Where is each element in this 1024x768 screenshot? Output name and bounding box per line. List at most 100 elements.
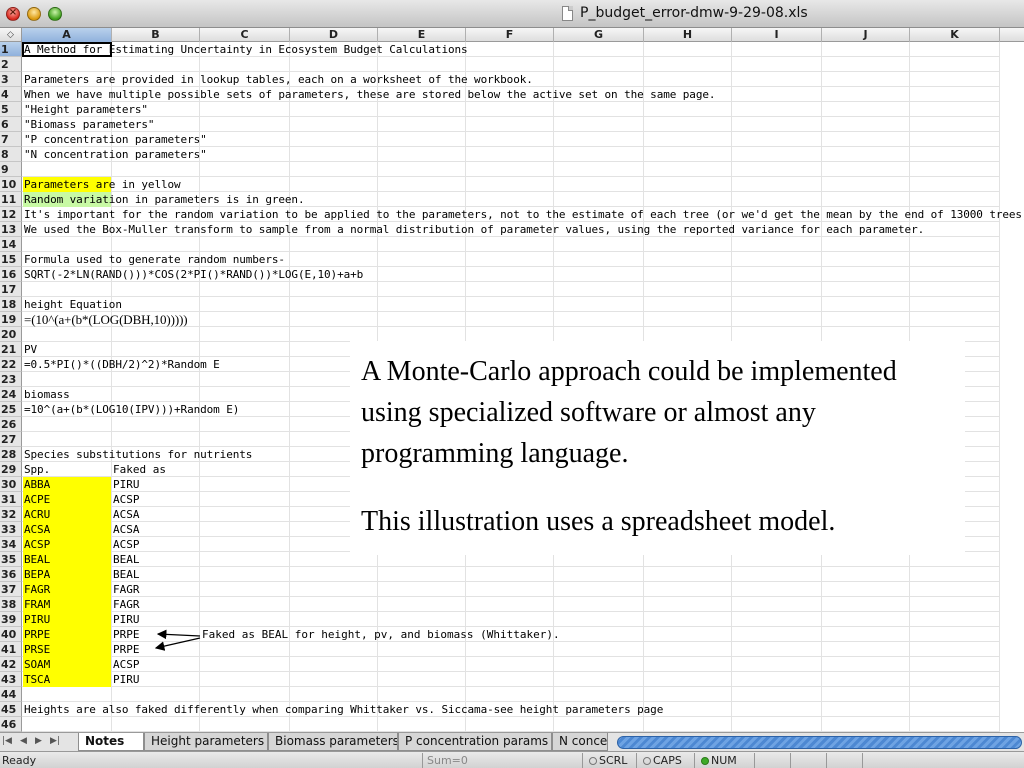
cell[interactable] xyxy=(22,372,112,387)
cell[interactable] xyxy=(732,252,822,267)
cell[interactable] xyxy=(200,297,290,312)
cell[interactable] xyxy=(732,72,822,87)
row-header[interactable]: 29 xyxy=(0,462,22,477)
row-header[interactable]: 4 xyxy=(0,87,22,102)
cell[interactable] xyxy=(554,162,644,177)
cell[interactable] xyxy=(112,687,200,702)
row-header[interactable]: 5 xyxy=(0,102,22,117)
cell[interactable] xyxy=(378,237,466,252)
cell[interactable] xyxy=(200,417,290,432)
row-header[interactable]: 44 xyxy=(0,687,22,702)
cell[interactable] xyxy=(822,312,910,327)
cell[interactable] xyxy=(732,627,822,642)
cell[interactable] xyxy=(466,102,554,117)
cell[interactable] xyxy=(200,642,290,657)
next-sheet-button[interactable]: ▶ xyxy=(35,736,42,746)
cell[interactable] xyxy=(644,237,732,252)
cell[interactable] xyxy=(910,657,1000,672)
cell[interactable] xyxy=(378,102,466,117)
cell[interactable] xyxy=(732,177,822,192)
column-header-g[interactable]: G xyxy=(554,28,644,42)
prev-sheet-button[interactable]: ◀ xyxy=(20,736,27,746)
cell[interactable] xyxy=(378,657,466,672)
cell[interactable] xyxy=(554,582,644,597)
cell[interactable] xyxy=(378,672,466,687)
cell[interactable] xyxy=(378,297,466,312)
cell[interactable] xyxy=(378,252,466,267)
cell[interactable] xyxy=(644,57,732,72)
select-all-corner[interactable]: ◇ xyxy=(0,28,22,42)
cell[interactable] xyxy=(112,432,200,447)
row-header[interactable]: 27 xyxy=(0,432,22,447)
sheet-tab[interactable]: Notes xyxy=(78,733,144,751)
cell[interactable] xyxy=(644,267,732,282)
cell[interactable] xyxy=(378,117,466,132)
cell[interactable] xyxy=(466,162,554,177)
cell[interactable] xyxy=(644,192,732,207)
cell[interactable] xyxy=(910,57,1000,72)
cell[interactable] xyxy=(290,252,378,267)
cell[interactable] xyxy=(554,177,644,192)
row-header[interactable]: 13 xyxy=(0,222,22,237)
column-header-d[interactable]: D xyxy=(290,28,378,42)
cell[interactable] xyxy=(466,192,554,207)
cell[interactable] xyxy=(378,597,466,612)
cell[interactable] xyxy=(554,672,644,687)
row-header[interactable]: 12 xyxy=(0,207,22,222)
cell[interactable] xyxy=(290,117,378,132)
cell[interactable] xyxy=(200,147,290,162)
cell[interactable] xyxy=(732,132,822,147)
cell[interactable] xyxy=(378,57,466,72)
cell[interactable] xyxy=(554,42,644,57)
cell[interactable] xyxy=(644,42,732,57)
cell[interactable] xyxy=(732,147,822,162)
cell[interactable] xyxy=(290,657,378,672)
cell[interactable] xyxy=(554,102,644,117)
cell[interactable] xyxy=(22,282,112,297)
cell[interactable] xyxy=(732,102,822,117)
cell[interactable] xyxy=(290,57,378,72)
row-header[interactable]: 46 xyxy=(0,717,22,732)
cell[interactable] xyxy=(822,702,910,717)
row-header[interactable]: 1 xyxy=(0,42,22,57)
cell[interactable] xyxy=(200,387,290,402)
last-sheet-button[interactable]: ▶| xyxy=(50,736,60,746)
cell[interactable] xyxy=(644,147,732,162)
cell[interactable] xyxy=(554,72,644,87)
cell[interactable] xyxy=(200,582,290,597)
row-header[interactable]: 40 xyxy=(0,627,22,642)
row-header[interactable]: 10 xyxy=(0,177,22,192)
cell[interactable] xyxy=(466,327,554,342)
cell[interactable] xyxy=(466,57,554,72)
sheet-tab[interactable]: N concer xyxy=(552,733,608,751)
cell[interactable] xyxy=(466,252,554,267)
cell[interactable] xyxy=(378,717,466,732)
cell[interactable] xyxy=(466,42,554,57)
row-header[interactable]: 17 xyxy=(0,282,22,297)
cell[interactable] xyxy=(822,717,910,732)
cell[interactable] xyxy=(910,162,1000,177)
cell[interactable] xyxy=(732,567,822,582)
cell[interactable] xyxy=(554,252,644,267)
cell[interactable] xyxy=(466,147,554,162)
cell[interactable] xyxy=(644,282,732,297)
cell[interactable] xyxy=(732,192,822,207)
cell[interactable] xyxy=(822,72,910,87)
cell[interactable] xyxy=(112,387,200,402)
cell[interactable] xyxy=(732,87,822,102)
cell[interactable] xyxy=(290,237,378,252)
cell[interactable] xyxy=(200,552,290,567)
cell[interactable] xyxy=(200,132,290,147)
cell[interactable] xyxy=(22,57,112,72)
row-header[interactable]: 20 xyxy=(0,327,22,342)
row-header[interactable]: 45 xyxy=(0,702,22,717)
cell[interactable] xyxy=(22,327,112,342)
row-header[interactable]: 6 xyxy=(0,117,22,132)
cell[interactable] xyxy=(200,612,290,627)
row-header[interactable]: 24 xyxy=(0,387,22,402)
row-header[interactable]: 8 xyxy=(0,147,22,162)
cell[interactable] xyxy=(378,177,466,192)
cell[interactable] xyxy=(644,327,732,342)
cell[interactable] xyxy=(554,132,644,147)
row-header[interactable]: 19 xyxy=(0,312,22,327)
